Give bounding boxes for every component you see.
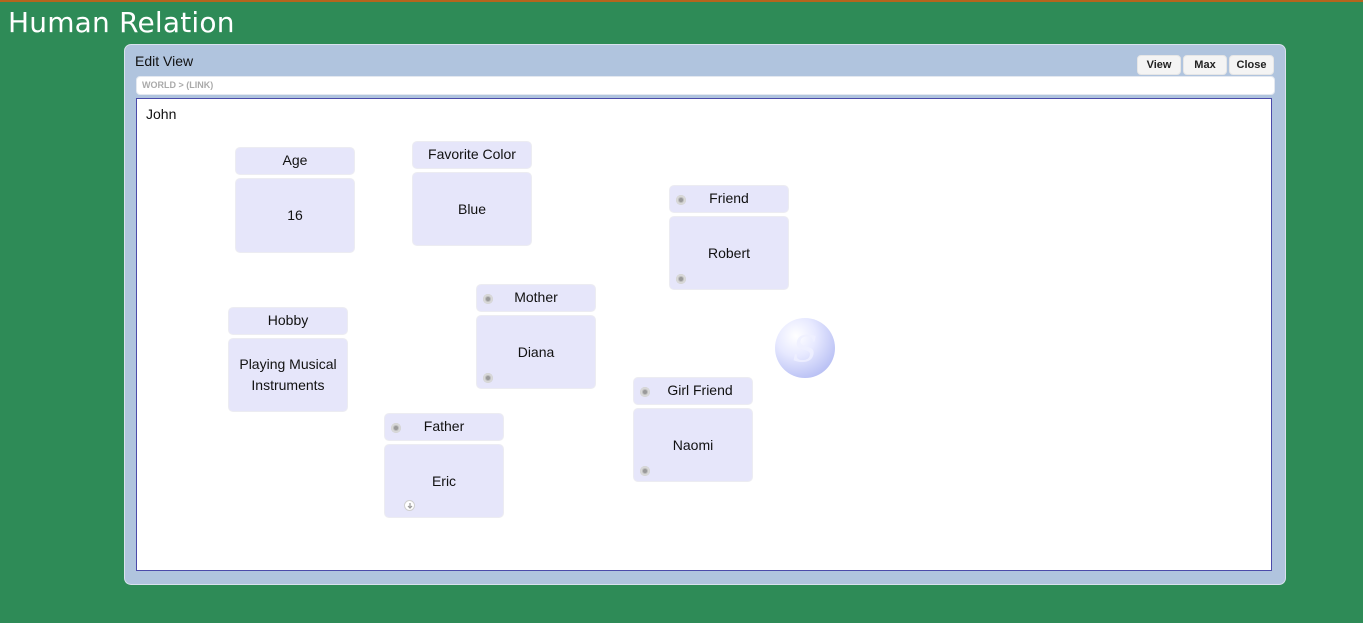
- girl-friend-node-handle-icon[interactable]: [640, 466, 650, 476]
- edit-view-panel: Edit View View Max Close WORLD > (LINK) …: [124, 44, 1286, 585]
- card-girl-friend-value[interactable]: Naomi: [633, 408, 753, 482]
- card-age-value-text: 16: [287, 207, 303, 223]
- card-girl-friend-label-text: Girl Friend: [667, 382, 733, 398]
- card-girl-friend-label[interactable]: Girl Friend: [633, 377, 753, 405]
- father-link-handle-icon[interactable]: [391, 423, 401, 433]
- svg-text:S: S: [793, 330, 818, 371]
- card-friend-value[interactable]: Robert: [669, 216, 789, 290]
- max-button[interactable]: Max: [1183, 55, 1227, 75]
- card-favorite-color-value[interactable]: Blue: [412, 172, 532, 246]
- girl-friend-link-handle-icon[interactable]: [640, 387, 650, 397]
- friend-node-handle-icon[interactable]: [676, 274, 686, 284]
- card-father-label-text: Father: [423, 418, 465, 434]
- close-button[interactable]: Close: [1229, 55, 1274, 75]
- card-friend-label-text: Friend: [709, 190, 749, 206]
- card-father-value-text: Eric: [431, 472, 457, 489]
- card-friend: Friend Robert: [669, 185, 789, 290]
- card-hobby-value-text: Playing Musical Instruments: [239, 356, 337, 393]
- top-border: [0, 0, 1363, 2]
- card-mother-label-text: Mother: [514, 289, 558, 305]
- breadcrumb[interactable]: WORLD > (LINK): [136, 76, 1275, 95]
- card-friend-label[interactable]: Friend: [669, 185, 789, 213]
- friend-link-handle-icon[interactable]: [676, 195, 686, 205]
- card-father-label[interactable]: Father: [384, 413, 504, 441]
- app-title: Human Relation: [8, 6, 235, 39]
- card-father-value[interactable]: Eric: [384, 444, 504, 518]
- mother-node-handle-icon[interactable]: [483, 373, 493, 383]
- card-friend-value-text: Robert: [707, 244, 751, 261]
- sphere-logo-icon: S: [775, 318, 835, 378]
- mother-link-handle-icon[interactable]: [483, 294, 493, 304]
- card-favorite-color-label[interactable]: Favorite Color: [412, 141, 532, 169]
- card-mother: Mother Diana: [476, 284, 596, 389]
- card-age-value[interactable]: 16: [235, 178, 355, 253]
- card-girl-friend: Girl Friend Naomi: [633, 377, 753, 482]
- card-hobby-value[interactable]: Playing Musical Instruments: [228, 338, 348, 412]
- relation-canvas[interactable]: John Age 16 Favorite Color Blue Friend R…: [136, 98, 1272, 571]
- card-girl-friend-value-text: Naomi: [672, 436, 714, 453]
- card-hobby: Hobby Playing Musical Instruments: [228, 307, 348, 412]
- card-age: Age 16: [235, 147, 355, 253]
- panel-buttons: View Max Close: [1137, 55, 1274, 75]
- card-father: Father Eric: [384, 413, 504, 518]
- card-age-label[interactable]: Age: [235, 147, 355, 175]
- card-favorite-color: Favorite Color Blue: [412, 141, 532, 246]
- view-button[interactable]: View: [1137, 55, 1181, 75]
- card-hobby-label[interactable]: Hobby: [228, 307, 348, 335]
- card-mother-value[interactable]: Diana: [476, 315, 596, 389]
- father-expand-arrow-icon[interactable]: [404, 500, 415, 511]
- panel-title: Edit View: [135, 53, 194, 69]
- card-mother-value-text: Diana: [517, 343, 555, 360]
- canvas-title: John: [146, 106, 177, 122]
- card-favorite-color-value-text: Blue: [457, 200, 487, 217]
- card-mother-label[interactable]: Mother: [476, 284, 596, 312]
